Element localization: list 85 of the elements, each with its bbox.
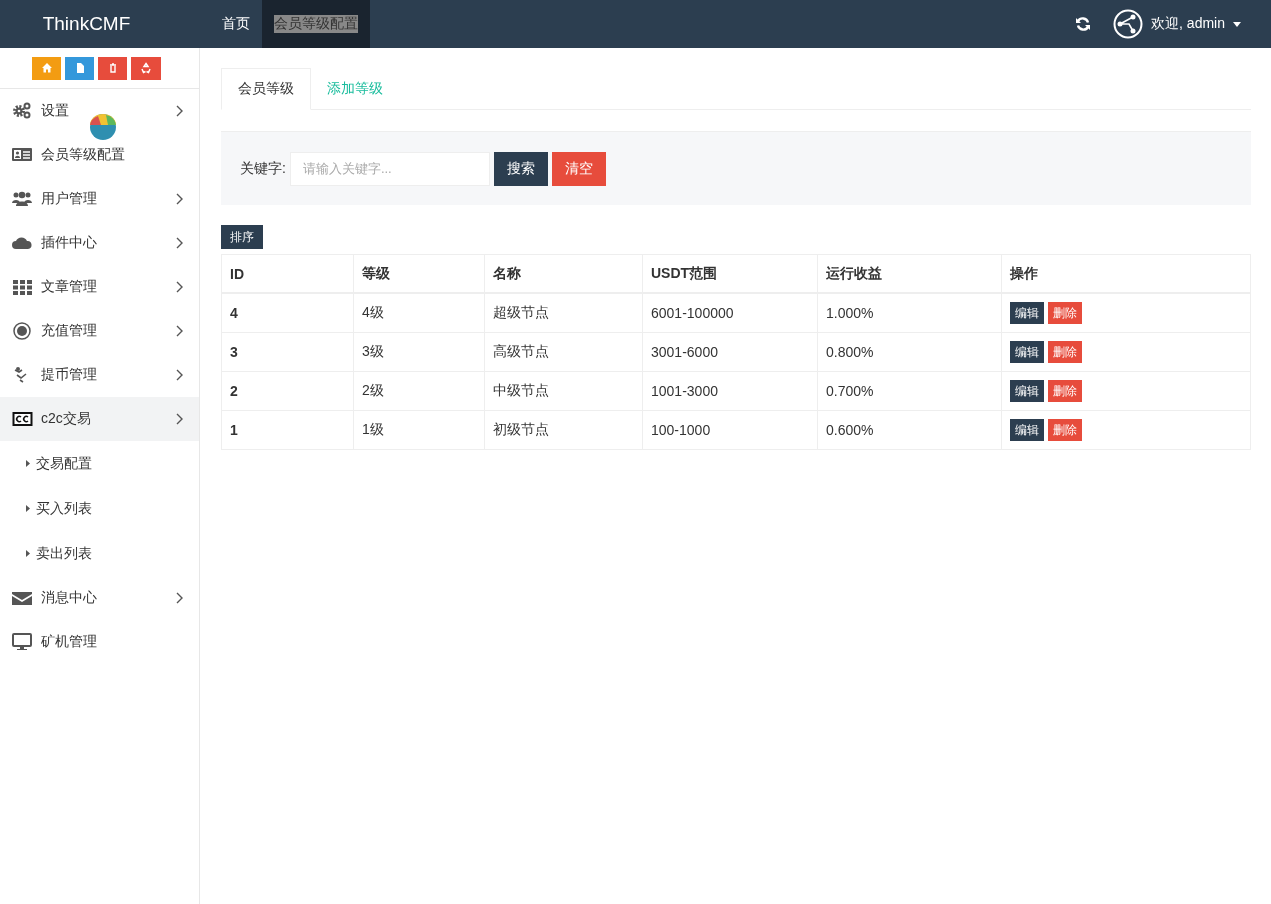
edit-button[interactable]: 编辑 bbox=[1010, 380, 1044, 402]
table-cell: 0.600% bbox=[817, 410, 1002, 450]
table-cell: 超级节点 bbox=[484, 293, 643, 333]
tab[interactable]: 会员等级 bbox=[221, 68, 311, 110]
edit-button[interactable]: 编辑 bbox=[1010, 419, 1044, 441]
caret-right-icon bbox=[26, 505, 30, 512]
menu-item[interactable]: 矿机管理 bbox=[0, 620, 199, 664]
grid-icon bbox=[12, 277, 33, 297]
submenu-item[interactable]: 卖出列表 bbox=[0, 531, 199, 576]
users-icon bbox=[12, 189, 33, 209]
chevron-right-icon bbox=[176, 592, 184, 604]
table-cell: 0.800% bbox=[817, 332, 1002, 372]
keyword-label: 关键字: bbox=[240, 159, 286, 178]
submenu-item[interactable]: 交易配置 bbox=[0, 441, 199, 486]
table-cell: 中级节点 bbox=[484, 371, 643, 411]
menu-item[interactable]: 会员等级配置 bbox=[0, 133, 199, 177]
delete-button[interactable]: 删除 bbox=[1048, 419, 1082, 441]
column-header: 操作 bbox=[1001, 254, 1251, 293]
share-icon bbox=[1113, 9, 1144, 39]
table-cell: 3 bbox=[221, 332, 354, 372]
chevron-right-icon bbox=[176, 325, 184, 337]
menu-item[interactable]: 消息中心 bbox=[0, 576, 199, 620]
delete-button[interactable]: 删除 bbox=[1048, 302, 1082, 324]
search-button[interactable]: 搜索 bbox=[493, 151, 548, 186]
quick-button[interactable] bbox=[32, 56, 61, 80]
table-cell: 高级节点 bbox=[484, 332, 643, 372]
cc-icon bbox=[12, 409, 33, 429]
monitor-icon bbox=[12, 632, 33, 652]
caret-right-icon bbox=[26, 460, 30, 467]
menu-item[interactable]: 充值管理 bbox=[0, 309, 199, 353]
column-header: USDT范围 bbox=[642, 254, 818, 293]
table-cell: 1级 bbox=[353, 410, 485, 450]
table-cell: 1001-3000 bbox=[642, 371, 818, 411]
table-cell: 3级 bbox=[353, 332, 485, 372]
column-header: 等级 bbox=[353, 254, 485, 293]
table-cell: 0.700% bbox=[817, 371, 1002, 411]
delete-button[interactable]: 删除 bbox=[1048, 380, 1082, 402]
table-cell: 100-1000 bbox=[642, 410, 818, 450]
target-icon bbox=[12, 321, 33, 341]
table-cell: 3001-6000 bbox=[642, 332, 818, 372]
table-cell: 4 bbox=[221, 293, 354, 333]
edit-button[interactable]: 编辑 bbox=[1010, 341, 1044, 363]
menu-item[interactable]: 设置 bbox=[0, 89, 199, 133]
table-cell: 2 bbox=[221, 371, 354, 411]
brand-logo: ThinkCMF bbox=[41, 13, 132, 35]
ball-icon bbox=[88, 112, 118, 142]
menu-item[interactable]: 提币管理 bbox=[0, 353, 199, 397]
menu-item[interactable]: 插件中心 bbox=[0, 221, 199, 265]
chevron-right-icon bbox=[176, 193, 184, 205]
nav-tab[interactable]: 首页 bbox=[210, 0, 262, 48]
table-cell: 1 bbox=[221, 410, 354, 450]
caret-icon bbox=[1233, 21, 1241, 27]
chevron-right-icon bbox=[176, 413, 184, 425]
column-header: 名称 bbox=[484, 254, 643, 293]
delete-button[interactable]: 删除 bbox=[1048, 341, 1082, 363]
refresh-icon[interactable] bbox=[1075, 16, 1092, 32]
home-icon bbox=[40, 62, 53, 74]
column-header: ID bbox=[221, 254, 354, 293]
caret-right-icon bbox=[26, 550, 30, 557]
quick-button[interactable] bbox=[98, 56, 127, 80]
submenu-item[interactable]: 买入列表 bbox=[0, 486, 199, 531]
menu-item[interactable]: 用户管理 bbox=[0, 177, 199, 221]
clear-button[interactable]: 清空 bbox=[551, 151, 606, 186]
quick-button[interactable] bbox=[131, 56, 161, 80]
user-greeting: 欢迎, admin bbox=[1151, 15, 1225, 33]
keyword-input[interactable]: 请输入关键字... bbox=[289, 151, 490, 186]
nav-tab[interactable]: 会员等级配置 bbox=[262, 0, 370, 48]
chevron-right-icon bbox=[176, 369, 184, 381]
table-cell: 6001-100000 bbox=[642, 293, 818, 333]
gears-icon bbox=[12, 101, 33, 121]
menu-item[interactable]: 文章管理 bbox=[0, 265, 199, 309]
table-cell: 1.000% bbox=[817, 293, 1002, 333]
recycle-icon bbox=[140, 62, 152, 74]
chevron-right-icon bbox=[176, 237, 184, 249]
column-header: 运行收益 bbox=[817, 254, 1002, 293]
table-cell: 2级 bbox=[353, 371, 485, 411]
table-cell: 4级 bbox=[353, 293, 485, 333]
menu-item[interactable]: c2c交易 bbox=[0, 397, 199, 441]
chevron-right-icon bbox=[176, 281, 184, 293]
table-cell: 初级节点 bbox=[484, 410, 643, 450]
quick-button[interactable] bbox=[65, 56, 94, 80]
edit-button[interactable]: 编辑 bbox=[1010, 302, 1044, 324]
user-menu[interactable]: 欢迎, admin bbox=[1113, 9, 1241, 39]
chevron-right-icon bbox=[176, 105, 184, 117]
sort-button[interactable]: 排序 bbox=[221, 225, 263, 249]
